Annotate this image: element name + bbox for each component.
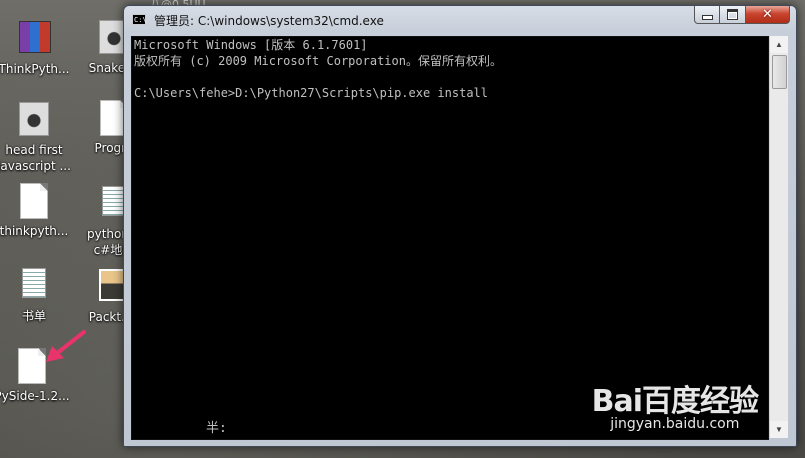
desktop-icon-label: ThinkPyth... [0, 62, 70, 76]
watermark-logo: Bai百度经验 [591, 384, 759, 419]
desktop-icon-thinkpython-rar[interactable]: ThinkPyth... [0, 18, 74, 77]
window-controls: ✕ [694, 6, 790, 26]
minimize-icon [701, 15, 713, 20]
annotation-arrow-icon [46, 330, 86, 362]
chevron-down-icon: ▼ [775, 425, 783, 434]
ime-status: 半: [206, 421, 227, 436]
maximize-icon [727, 9, 738, 20]
window-titlebar[interactable]: C:\ 管理员: C:\windows\system32\cmd.exe ✕ [124, 6, 796, 34]
cmd-window[interactable]: C:\ 管理员: C:\windows\system32\cmd.exe ✕ M… [123, 5, 797, 447]
desktop-icon-thinkpython[interactable]: thinkpyth... [0, 183, 74, 239]
scroll-down-button[interactable]: ▼ [770, 421, 788, 438]
desktop-icon-label: thinkpyth... [0, 224, 69, 238]
book-cover-icon [19, 102, 49, 136]
minimize-button[interactable] [694, 6, 720, 24]
scroll-up-button[interactable]: ▲ [770, 36, 788, 53]
console-line: Microsoft Windows [版本 6.1.7601] [134, 38, 368, 52]
console-line: 版权所有 (c) 2009 Microsoft Corporation。保留所有… [134, 54, 502, 68]
maximize-button[interactable] [720, 6, 746, 24]
window-title: 管理员: C:\windows\system32\cmd.exe [154, 14, 384, 28]
vertical-scrollbar[interactable]: ▲ ▼ [769, 36, 788, 438]
winrar-archive-icon [19, 21, 51, 53]
baidu-jingyan-watermark: Bai百度经验 jingyan.baidu.com [591, 376, 759, 432]
chevron-up-icon: ▲ [775, 40, 783, 49]
document-icon [18, 348, 46, 384]
desktop-icon-head-first-javascript[interactable]: head first javascript ... [0, 100, 74, 174]
text-file-icon [22, 268, 46, 298]
desktop-icon-label: head first javascript ... [0, 143, 71, 173]
watermark-url: jingyan.baidu.com [610, 416, 740, 432]
close-icon: ✕ [762, 7, 773, 22]
desktop-icon-label: PySide-1.2... [0, 389, 70, 403]
desktop-icon-booklist[interactable]: 书单 [0, 265, 74, 324]
desktop-icon-label: 书单 [21, 309, 46, 323]
scrollbar-thumb[interactable] [772, 55, 787, 89]
console-line: C:\Users\fehe>D:\Python27\Scripts\pip.ex… [134, 86, 489, 100]
document-icon [20, 183, 48, 219]
close-button[interactable]: ✕ [746, 6, 790, 24]
cmd-app-icon[interactable]: C:\ [132, 14, 147, 25]
